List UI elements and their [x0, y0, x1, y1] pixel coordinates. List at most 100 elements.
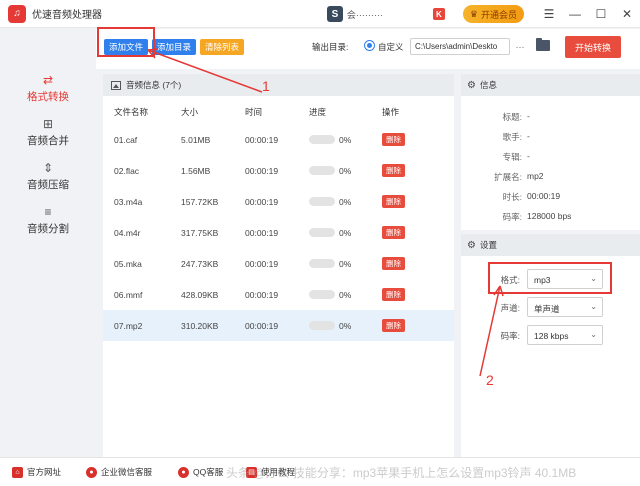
bitrate-label: 码率:	[500, 331, 520, 341]
column-header-progress: 进度	[309, 107, 327, 117]
settings-panel-header: ⚙ 设置	[461, 234, 640, 256]
file-name-cell: 07.mp2	[114, 321, 143, 331]
start-convert-button[interactable]: 开始转换	[565, 36, 621, 58]
delete-button[interactable]: 删除	[382, 226, 405, 239]
info-value: 128000 bps	[527, 211, 572, 221]
info-value: -	[527, 131, 530, 141]
table-row[interactable]: 07.mp2 310.20KB 00:00:19 0% 删除	[103, 310, 454, 341]
maximize-button[interactable]: ☐	[588, 0, 614, 28]
file-panel-header: 音频信息 (7个)	[103, 74, 454, 96]
file-time-cell: 00:00:19	[245, 228, 279, 238]
info-key: 码率:	[502, 212, 522, 222]
output-path-input[interactable]	[410, 38, 510, 55]
wechat-support-link[interactable]: ● 企业微信客服	[86, 466, 152, 478]
minimize-button[interactable]: —	[562, 0, 588, 28]
custom-radio[interactable]	[364, 40, 375, 51]
custom-radio-label[interactable]: 自定义	[378, 41, 404, 53]
table-row[interactable]: 03.m4a 157.72KB 00:00:19 0% 删除	[103, 186, 454, 217]
file-size-cell: 1.56MB	[181, 166, 211, 176]
nav-item-audio-merge[interactable]: ⊞ 音频合并	[0, 113, 96, 153]
column-header-name: 文件名称	[114, 107, 149, 117]
progress-text: 0%	[339, 228, 352, 238]
merge-icon: ⊞	[42, 117, 54, 131]
file-time-cell: 00:00:19	[245, 259, 279, 269]
file-size-cell: 5.01MB	[181, 135, 211, 145]
table-row[interactable]: 04.m4r 317.75KB 00:00:19 0% 删除	[103, 217, 454, 248]
left-nav: ⇄ 格式转换 ⊞ 音频合并 ⇕ 音频压缩 ≡ 音频分割	[0, 29, 96, 457]
title-bar: ♫ 优速音频处理器 S 会········· K ♛ 开通会员 ☰ — ☐ ✕	[0, 0, 640, 28]
progress-bar	[309, 228, 335, 237]
folder-icon[interactable]	[536, 38, 550, 51]
vip-button[interactable]: ♛ 开通会员	[462, 5, 524, 23]
qq-support-link[interactable]: ● QQ客服	[178, 466, 223, 478]
nav-item-label: 音频压缩	[27, 179, 69, 191]
close-button[interactable]: ✕	[614, 0, 640, 28]
table-row[interactable]: 05.mka 247.73KB 00:00:19 0% 删除	[103, 248, 454, 279]
app-title: 优速音频处理器	[32, 10, 102, 21]
nav-item-audio-compress[interactable]: ⇕ 音频压缩	[0, 157, 96, 197]
progress-text: 0%	[339, 259, 352, 269]
settings-panel-title: 设置	[479, 240, 497, 250]
info-row-duration: 时长: 00:00:19	[461, 186, 640, 206]
info-key: 歌手:	[502, 132, 522, 142]
delete-button[interactable]: 删除	[382, 164, 405, 177]
nav-item-format-convert[interactable]: ⇄ 格式转换	[0, 69, 96, 109]
progress-bar	[309, 135, 335, 144]
table-row[interactable]: 02.flac 1.56MB 00:00:19 0% 删除	[103, 155, 454, 186]
k-badge-icon[interactable]: K	[432, 8, 445, 20]
delete-button[interactable]: 删除	[382, 288, 405, 301]
vip-button-label: 开通会员	[480, 9, 517, 20]
hamburger-icon[interactable]: ☰	[536, 0, 562, 28]
file-name-cell: 04.m4r	[114, 228, 141, 238]
qq-icon: ●	[178, 466, 189, 478]
file-size-cell: 428.09KB	[181, 290, 219, 300]
file-name-cell: 06.mmf	[114, 290, 143, 300]
progress-text: 0%	[339, 166, 352, 176]
nav-item-label: 音频分割	[27, 223, 69, 235]
file-list-panel: 音频信息 (7个) 文件名称 大小 时间 进度 操作 01.caf 5.01MB 0…	[103, 74, 454, 457]
progress-bar	[309, 321, 335, 330]
clear-list-button[interactable]: 清除列表	[200, 39, 245, 55]
gear-icon: ⚙	[467, 79, 476, 91]
chat-icon: ●	[86, 466, 97, 478]
official-site-link[interactable]: ⌂ 官方网址	[12, 466, 61, 478]
channel-select-value: 单声道	[534, 304, 560, 314]
nav-item-audio-split[interactable]: ≡ 音频分割	[0, 201, 96, 241]
add-directory-button[interactable]: 添加目录	[152, 39, 197, 55]
table-row[interactable]: 06.mmf 428.09KB 00:00:19 0% 删除	[103, 279, 454, 310]
file-panel-title: 音频信息 (7个)	[126, 80, 182, 90]
user-name[interactable]: 会·········	[347, 8, 427, 21]
progress-text: 0%	[339, 197, 352, 207]
progress-bar	[309, 290, 335, 299]
annotation-box-format	[488, 262, 612, 294]
annotation-label-1: 1	[262, 78, 270, 94]
delete-button[interactable]: 删除	[382, 195, 405, 208]
delete-button[interactable]: 删除	[382, 133, 405, 146]
home-icon: ⌂	[12, 466, 23, 478]
output-dir-label: 输出目录:	[312, 42, 349, 52]
annotation-box-add-file	[97, 27, 155, 57]
footer: ⌂ 官方网址 ● 企业微信客服 ● QQ客服 ▤ 使用教程 头条 @办公 技能分…	[0, 457, 640, 486]
delete-button[interactable]: 删除	[382, 319, 405, 332]
toolbar: 添加文件 添加目录 清除列表 输出目录: 自定义 ··· 开始转换	[96, 29, 640, 69]
file-time-cell: 00:00:19	[245, 197, 279, 207]
info-panel: ⚙ 信息 标题: - 歌手: - 专辑: - 扩展名: mp2 时长: 00:0…	[461, 74, 640, 230]
setting-bitrate: 码率: 128 kbps ⌄	[461, 321, 640, 349]
info-row-bitrate: 码率: 128000 bps	[461, 206, 640, 226]
user-avatar[interactable]: S	[326, 6, 343, 22]
convert-icon: ⇄	[42, 73, 54, 87]
browse-more-button[interactable]: ···	[512, 38, 528, 55]
official-site-label: 官方网址	[27, 467, 62, 477]
bitrate-select[interactable]: 128 kbps ⌄	[527, 325, 603, 345]
progress-text: 0%	[339, 135, 352, 145]
delete-button[interactable]: 删除	[382, 257, 405, 270]
watermark-text: 头条 @办公 技能分享：mp3苹果手机上怎么设置mp3铃声 40.1MB	[226, 466, 577, 480]
bitrate-select-value: 128 kbps	[534, 331, 569, 341]
table-header: 文件名称 大小 时间 进度 操作	[103, 96, 454, 124]
compress-icon: ⇕	[42, 161, 54, 175]
info-row-extension: 扩展名: mp2	[461, 166, 640, 186]
channel-select[interactable]: 单声道 ⌄	[527, 297, 603, 317]
info-value: -	[527, 151, 530, 161]
table-row[interactable]: 01.caf 5.01MB 00:00:19 0% 删除	[103, 124, 454, 155]
nav-item-label: 音频合并	[27, 135, 69, 147]
